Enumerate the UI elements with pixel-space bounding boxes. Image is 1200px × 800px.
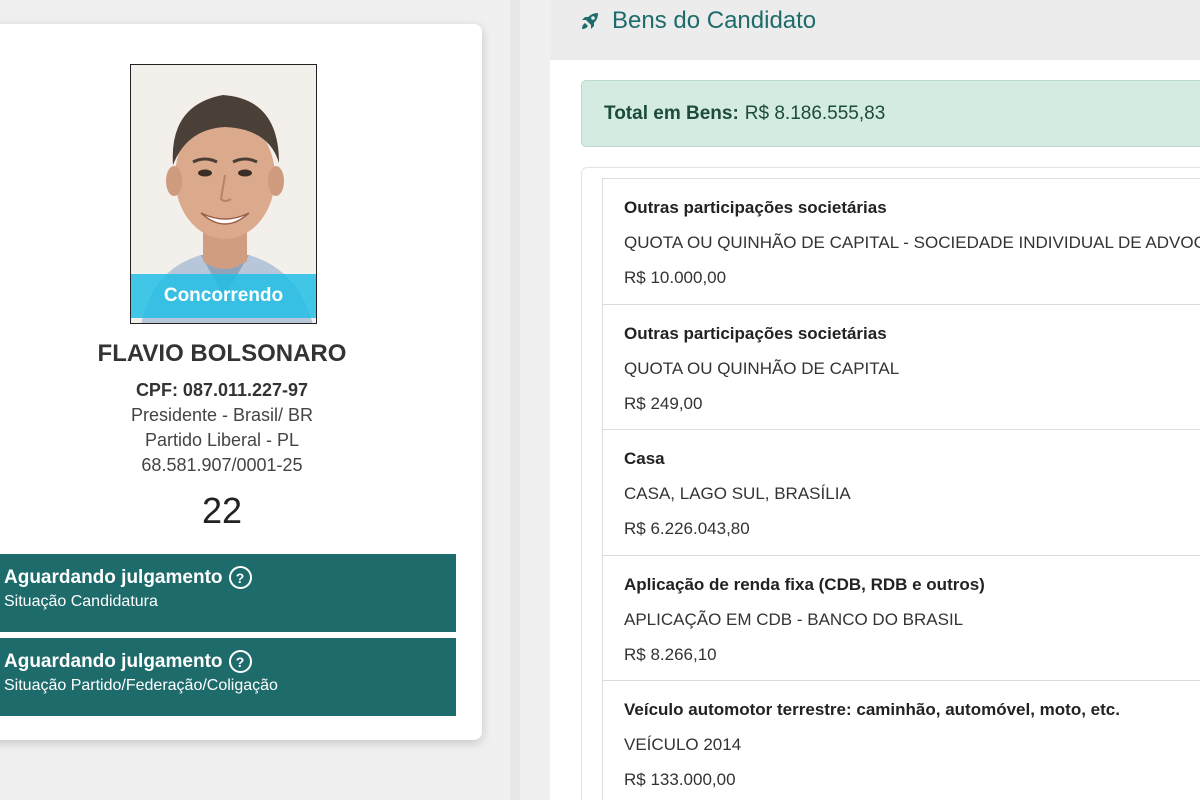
total-assets-label: Total em Bens: bbox=[604, 102, 739, 124]
list-item: Veículo automotor terrestre: caminhão, a… bbox=[603, 681, 1200, 800]
list-item: Aplicação de renda fixa (CDB, RDB e outr… bbox=[603, 556, 1200, 681]
situation-party: Aguardando julgamento ? Situação Partido… bbox=[0, 638, 456, 716]
candidate-name: FLAVIO BOLSONARO bbox=[97, 340, 347, 367]
list-item: Casa CASA, LAGO SUL, BRASÍLIA R$ 6.226.0… bbox=[603, 430, 1200, 556]
list-item: Outras participações societárias QUOTA O… bbox=[603, 305, 1200, 430]
assets-panel-header: Bens do Candidato bbox=[550, 0, 1200, 60]
asset-type: Outras participações societárias bbox=[624, 323, 887, 343]
candidate-cnpj: 68.581.907/0001-25 bbox=[141, 455, 303, 475]
asset-value: R$ 6.226.043,80 bbox=[624, 519, 750, 538]
candidate-number: 22 bbox=[201, 490, 243, 531]
asset-description: VEÍCULO 2014 bbox=[624, 735, 742, 754]
asset-description: CASA, LAGO SUL, BRASÍLIA bbox=[624, 484, 851, 503]
situation-subtitle: Situação Candidatura bbox=[4, 593, 158, 610]
asset-description: APLICAÇÃO EM CDB - BANCO DO BRASIL bbox=[624, 609, 964, 629]
assets-panel-title: Bens do Candidato bbox=[612, 7, 817, 34]
candidate-card: Concorrendo FLAVIO BOLSONARO CPF: 087.01… bbox=[0, 24, 482, 740]
asset-value: R$ 249,00 bbox=[624, 393, 703, 413]
situation-title: Aguardando julgamento bbox=[4, 566, 223, 588]
page: Concorrendo FLAVIO BOLSONARO CPF: 087.01… bbox=[0, 0, 1200, 800]
assets-panel: Bens do Candidato Total em Bens: R$ 8.18… bbox=[550, 0, 1200, 800]
asset-type: Veículo automotor terrestre: caminhão, a… bbox=[624, 700, 1120, 719]
asset-value: R$ 8.266,10 bbox=[624, 644, 717, 664]
candidate-party: Partido Liberal - PL bbox=[144, 430, 300, 450]
candidate-photo: Concorrendo bbox=[130, 64, 317, 324]
list-item: Outras participações societárias QUOTA O… bbox=[603, 179, 1200, 305]
asset-value: R$ 133.000,00 bbox=[624, 770, 736, 789]
assets-list: Outras participações societárias QUOTA O… bbox=[602, 178, 1200, 800]
column-divider bbox=[510, 0, 520, 800]
status-ribbon: Concorrendo bbox=[131, 274, 316, 318]
asset-value: R$ 10.000,00 bbox=[624, 268, 727, 287]
question-circle-icon[interactable]: ? bbox=[228, 566, 252, 589]
candidate-cpf: CPF: 087.011.227-97 bbox=[135, 380, 309, 400]
situation-candidacy: Aguardando julgamento ? Situação Candida… bbox=[0, 554, 456, 632]
situation-subtitle: Situação Partido/Federação/Coligação bbox=[4, 677, 278, 694]
total-assets-value: R$ 8.186.555,83 bbox=[744, 102, 886, 124]
asset-type: Outras participações societárias bbox=[624, 198, 887, 217]
asset-description: QUOTA OU QUINHÃO DE CAPITAL - SOCIEDADE … bbox=[624, 233, 1200, 252]
question-circle-icon[interactable]: ? bbox=[228, 650, 252, 673]
total-assets-box: Total em Bens: R$ 8.186.555,83 bbox=[581, 80, 1200, 147]
asset-type: Casa bbox=[624, 449, 665, 468]
candidate-role: Presidente - Brasil/ BR bbox=[130, 405, 314, 425]
asset-description: QUOTA OU QUINHÃO DE CAPITAL bbox=[624, 358, 900, 378]
rocket-icon bbox=[582, 13, 598, 29]
asset-type: Aplicação de renda fixa (CDB, RDB e outr… bbox=[624, 574, 985, 594]
situation-title: Aguardando julgamento bbox=[4, 650, 223, 672]
